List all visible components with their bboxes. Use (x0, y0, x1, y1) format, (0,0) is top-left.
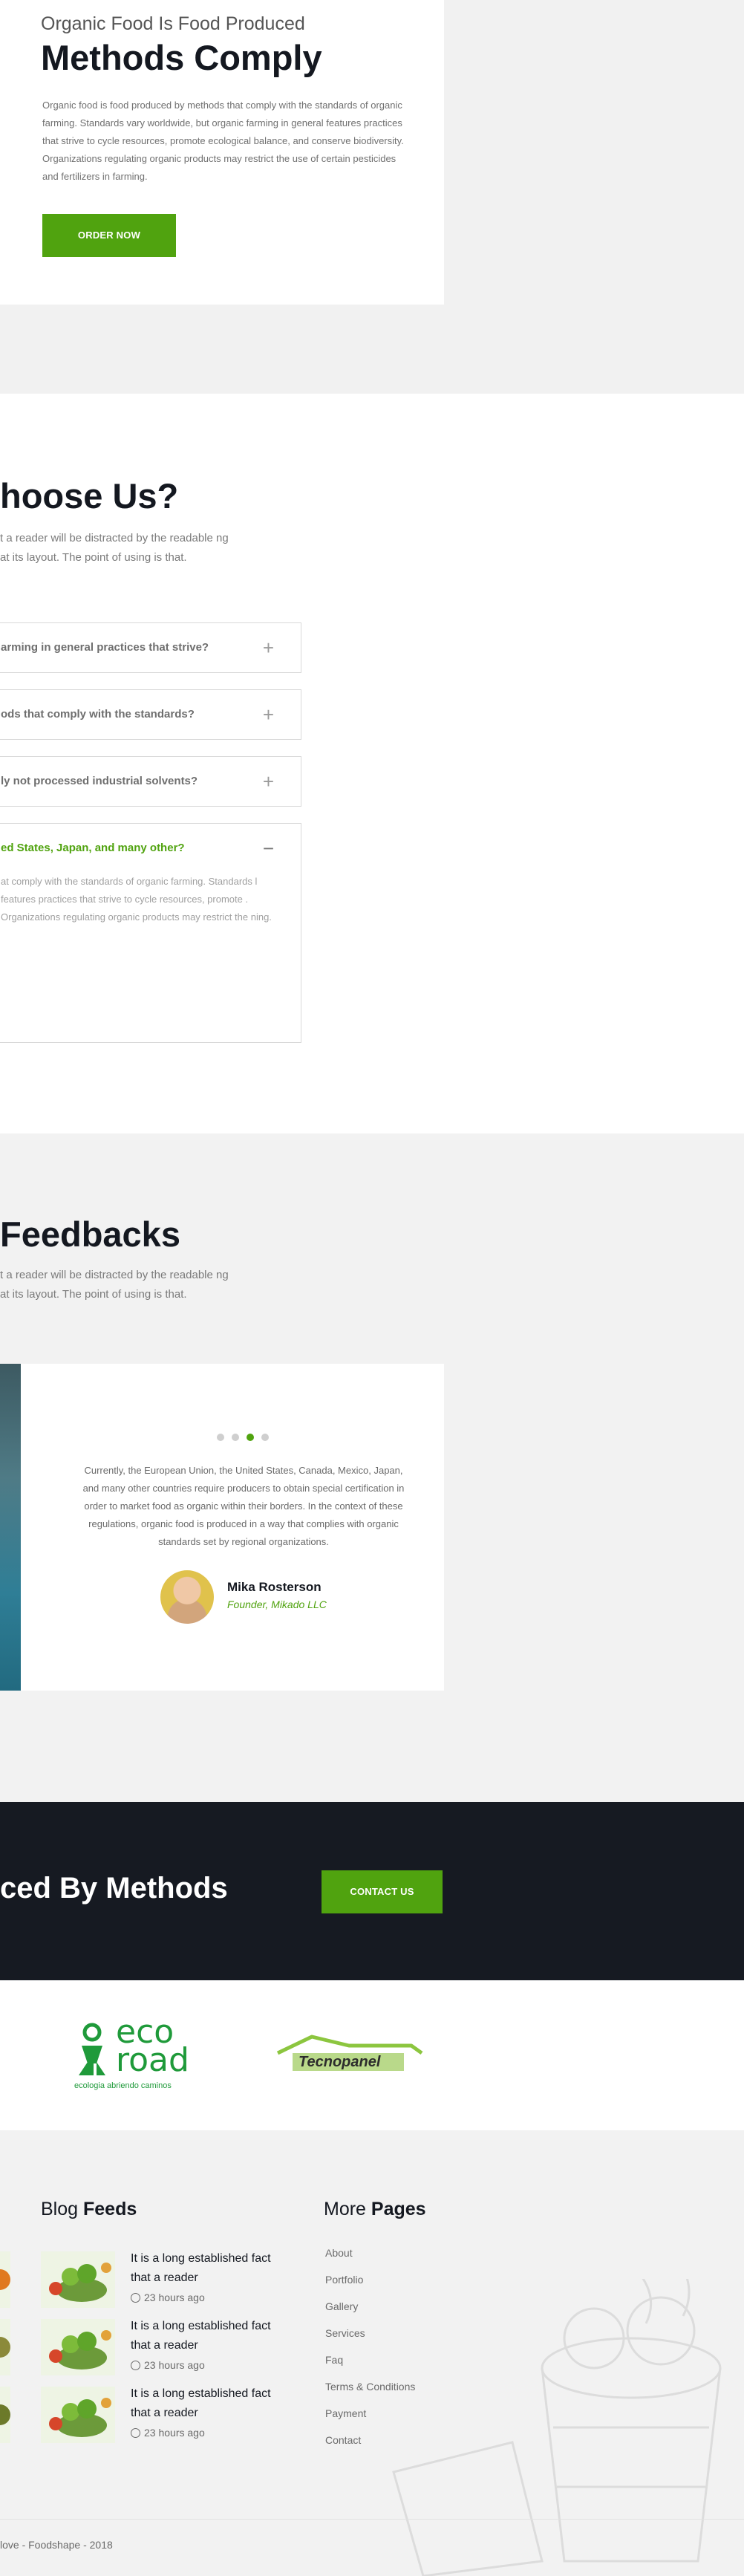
footer-link-terms[interactable]: Terms & Conditions (325, 2381, 415, 2393)
order-now-button[interactable]: ORDER NOW (42, 214, 176, 257)
vegetable-basket-illustration (392, 2279, 722, 2576)
accordion-question[interactable]: ods that comply with the standards? + (0, 690, 301, 739)
accordion-item-open[interactable]: ed States, Japan, and many other? − at c… (0, 823, 301, 1043)
accordion-item[interactable]: arming in general practices that strive?… (0, 622, 301, 673)
footer: Blog Feeds More Pages It is a long estab… (0, 2130, 744, 2576)
post-time: 23 hours ago (131, 2292, 205, 2303)
slider-dot[interactable] (261, 1434, 269, 1441)
cta-title: ced By Methods (0, 1872, 228, 1905)
avatar (160, 1570, 214, 1624)
post-time-text: 23 hours ago (144, 2427, 205, 2439)
footer-link-payment[interactable]: Payment (325, 2407, 366, 2419)
footer-divider (0, 2519, 744, 2520)
slider-dot-active[interactable] (247, 1434, 254, 1441)
minus-icon[interactable]: − (263, 824, 274, 873)
clock-icon (131, 2293, 140, 2303)
eco-road-logo[interactable]: eco road ecologia abriendo caminos (74, 2016, 208, 2093)
testimonial-image (0, 1364, 21, 1691)
footer-link-portfolio[interactable]: Portfolio (325, 2274, 363, 2286)
intro-title: Methods Comply (41, 38, 322, 77)
post-time: 23 hours ago (131, 2359, 205, 2371)
intro-paragraph: Organic food is food produced by methods… (42, 100, 404, 182)
clock-icon (131, 2361, 140, 2370)
post-time-text: 23 hours ago (144, 2359, 205, 2371)
partners-section: eco road ecologia abriendo caminos Tecno… (0, 1980, 744, 2130)
footer-link-services[interactable]: Services (325, 2327, 365, 2339)
accordion-question-text: arming in general practices that strive? (1, 641, 209, 654)
tecnopanel-name: Tecnopanel (298, 2054, 381, 2070)
salad-bowl-icon (0, 2251, 10, 2308)
contact-us-button[interactable]: CONTACT US (322, 1870, 443, 1913)
copyright: love - Foodshape - 2018 (0, 2539, 113, 2551)
post-time: 23 hours ago (131, 2427, 205, 2439)
salad-bowl-icon (0, 2387, 10, 2443)
slider-dot[interactable] (217, 1434, 224, 1441)
post-thumbnail[interactable] (0, 2319, 10, 2375)
salad-bowl-icon (41, 2387, 115, 2443)
cta-section: ced By Methods CONTACT US (0, 1802, 744, 1980)
eco-road-tagline: ecologia abriendo caminos (74, 2081, 172, 2090)
blog-feeds-heading: Blog Feeds (41, 2199, 137, 2220)
more-pages-heading-light: More (324, 2199, 366, 2219)
plus-icon[interactable]: + (263, 757, 274, 806)
clock-icon (131, 2428, 140, 2438)
intro-section: Organic Food Is Food Produced Methods Co… (0, 0, 744, 394)
post-thumbnail[interactable] (0, 2387, 10, 2443)
tecnopanel-logo[interactable]: Tecnopanel (270, 2032, 429, 2077)
accordion-question[interactable]: ed States, Japan, and many other? − (0, 824, 301, 873)
testimonial-role: Founder, Mikado LLC (227, 1598, 327, 1610)
intro-subtitle: Organic Food Is Food Produced (41, 13, 305, 34)
post-title[interactable]: It is a long established fact that a rea… (131, 2249, 287, 2288)
plus-icon[interactable]: + (263, 690, 274, 739)
footer-link-gallery[interactable]: Gallery (325, 2300, 358, 2312)
blog-feeds-heading-bold: Feeds (83, 2199, 137, 2219)
salad-bowl-icon (0, 2319, 10, 2375)
more-pages-heading: More Pages (324, 2199, 426, 2220)
testimonial-name: Mika Rosterson (227, 1580, 322, 1594)
accordion-question-text: ods that comply with the standards? (1, 708, 195, 721)
slider-dot[interactable] (232, 1434, 239, 1441)
feedbacks-title: Feedbacks (0, 1214, 180, 1254)
salad-bowl-icon (41, 2319, 115, 2375)
accordion-question-text: ed States, Japan, and many other? (1, 842, 185, 854)
testimonial-quote: Currently, the European Union, the Unite… (82, 1465, 405, 1547)
footer-link-about[interactable]: About (325, 2247, 353, 2259)
why-subtitle: t a reader will be distracted by the rea… (0, 532, 229, 564)
why-choose-us-section: hoose Us? t a reader will be distracted … (0, 394, 744, 1133)
post-thumbnail[interactable] (41, 2319, 115, 2375)
footer-link-contact[interactable]: Contact (325, 2434, 361, 2446)
post-thumbnail[interactable] (0, 2251, 10, 2308)
accordion-question[interactable]: ly not processed industrial solvents? + (0, 757, 301, 806)
more-pages-heading-bold: Pages (371, 2199, 426, 2219)
footer-link-faq[interactable]: Faq (325, 2354, 343, 2366)
intro-card: Organic Food Is Food Produced Methods Co… (0, 0, 444, 305)
accordion-answer: at comply with the standards of organic … (1, 876, 272, 923)
post-thumbnail[interactable] (41, 2251, 115, 2308)
accordion-item[interactable]: ly not processed industrial solvents? + (0, 756, 301, 807)
post-title[interactable]: It is a long established fact that a rea… (131, 2384, 287, 2423)
accordion-item[interactable]: ods that comply with the standards? + (0, 689, 301, 740)
blog-feeds-heading-light: Blog (41, 2199, 79, 2219)
feedbacks-subtitle: t a reader will be distracted by the rea… (0, 1269, 229, 1301)
eco-road-logo-line2: road (116, 2041, 189, 2079)
accordion-question-text: ly not processed industrial solvents? (1, 775, 198, 787)
why-title: hoose Us? (0, 476, 179, 515)
slider-dots (217, 1434, 269, 1441)
post-title[interactable]: It is a long established fact that a rea… (131, 2317, 287, 2355)
accordion-question[interactable]: arming in general practices that strive?… (0, 623, 301, 672)
salad-bowl-icon (41, 2251, 115, 2308)
plus-icon[interactable]: + (263, 623, 274, 672)
post-time-text: 23 hours ago (144, 2292, 205, 2303)
post-thumbnail[interactable] (41, 2387, 115, 2443)
